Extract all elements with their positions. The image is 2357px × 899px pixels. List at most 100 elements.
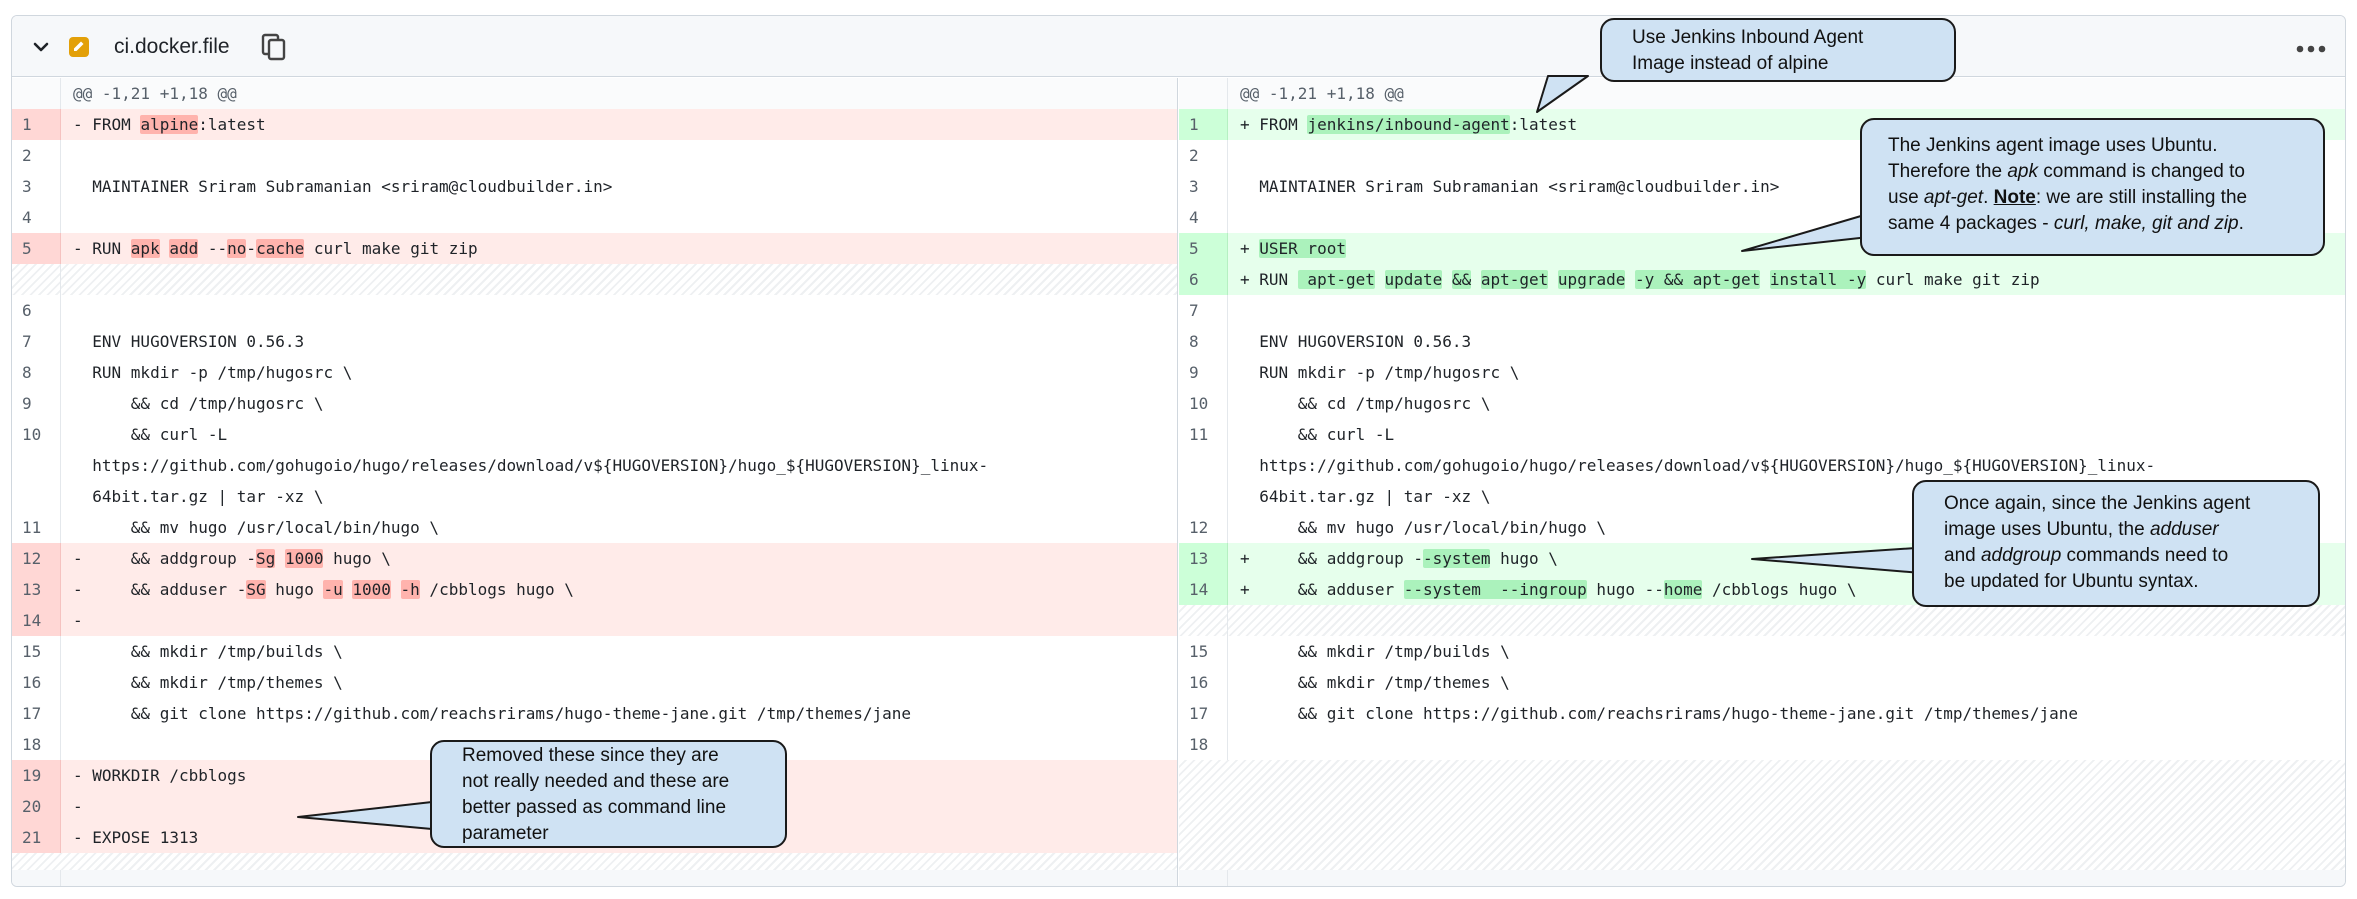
line-number[interactable]: 5 [12, 233, 61, 264]
copy-icon[interactable] [261, 33, 287, 61]
code-line: RUN mkdir -p /tmp/hugosrc \ [61, 357, 1177, 388]
code-line: - && adduser -SG hugo -u 1000 -h /cbblog… [61, 574, 1177, 605]
code-token: && curl -L [92, 425, 228, 444]
hunk-header-row: @@ -1,21 +1,18 @@ [12, 78, 1177, 109]
line-number[interactable]: 1 [12, 109, 61, 140]
expand-more-lines-button[interactable]: ... [1179, 870, 1228, 886]
line-number[interactable]: 12 [12, 543, 61, 574]
code-token: && cd /tmp/hugosrc \ [92, 394, 324, 413]
line-number[interactable]: 7 [12, 326, 61, 357]
expand-row-body [1228, 870, 2345, 886]
callout-text: Therefore the apk command is changed to [1888, 159, 2323, 185]
code-token: ENV HUGOVERSION 0.56.3 [1259, 332, 1472, 351]
empty-placeholder-row [12, 264, 1177, 295]
callout-text: be updated for Ubuntu syntax. [1944, 571, 2199, 592]
line-number[interactable]: 6 [1179, 264, 1228, 295]
callout-text: curl, make, git and zip [2053, 213, 2239, 234]
line-number[interactable]: 9 [12, 388, 61, 419]
line-number[interactable]: 2 [1179, 140, 1228, 171]
callout-text: . [2238, 213, 2244, 234]
line-number[interactable]: 19 [12, 760, 61, 791]
line-number[interactable]: 17 [1179, 698, 1228, 729]
diff-line: 7 [1179, 295, 2345, 326]
diff-marker [73, 518, 92, 537]
diff-marker: - [73, 580, 93, 599]
diff-marker [73, 704, 92, 723]
line-number[interactable] [1179, 605, 1228, 636]
code-token: 64bit.tar.gz | tar -xz \ [92, 487, 324, 506]
diff-marker [1240, 673, 1259, 692]
line-number[interactable]: 2 [12, 140, 61, 171]
line-number[interactable] [1179, 481, 1228, 512]
line-number[interactable]: 17 [12, 698, 61, 729]
code-token: && cd /tmp/hugosrc \ [1259, 394, 1491, 413]
line-number[interactable]: 1 [1179, 109, 1228, 140]
code-token: MAINTAINER Sriram Subramanian <sriram@cl… [92, 177, 613, 196]
line-number[interactable]: 15 [1179, 636, 1228, 667]
line-number[interactable]: 4 [12, 202, 61, 233]
line-number[interactable]: 14 [1179, 574, 1228, 605]
diff-marker [73, 487, 92, 506]
line-number[interactable]: 8 [1179, 326, 1228, 357]
line-number[interactable]: 18 [12, 729, 61, 760]
changed-token: home [1663, 580, 1703, 599]
diff-marker: + [1240, 549, 1260, 568]
line-number[interactable]: 14 [12, 605, 61, 636]
callout-text: same 4 packages - curl, make, git and zi… [1888, 211, 2323, 237]
line-number[interactable]: 15 [12, 636, 61, 667]
line-number[interactable]: 8 [12, 357, 61, 388]
diff-line: 16 && mkdir /tmp/themes \ [1179, 667, 2345, 698]
code-line: ENV HUGOVERSION 0.56.3 [1228, 326, 2345, 357]
chevron-down-icon[interactable] [32, 38, 50, 56]
diff-line: 15 && mkdir /tmp/builds \ [1179, 636, 2345, 667]
line-number[interactable]: 12 [1179, 512, 1228, 543]
line-number[interactable]: 4 [1179, 202, 1228, 233]
diff-line: 5- RUN apk add --no-cache curl make git … [12, 233, 1177, 264]
line-number[interactable]: 7 [1179, 295, 1228, 326]
more-options-icon[interactable] [2295, 44, 2327, 54]
code-line: && git clone https://github.com/reachsri… [1228, 698, 2345, 729]
line-number[interactable] [12, 264, 61, 295]
diff-marker [73, 332, 92, 351]
line-number[interactable]: 11 [1179, 419, 1228, 450]
code-line [61, 264, 1177, 295]
diff-line: 17 && git clone https://github.com/reach… [1179, 698, 2345, 729]
code-line: - && addgroup -Sg 1000 hugo \ [61, 543, 1177, 574]
line-number[interactable]: 3 [12, 171, 61, 202]
file-name[interactable]: ci.docker.file [114, 35, 230, 59]
empty-placeholder-area [12, 853, 1177, 870]
line-number[interactable]: 3 [1179, 171, 1228, 202]
line-number[interactable]: 9 [1179, 357, 1228, 388]
line-number[interactable]: 16 [1179, 667, 1228, 698]
line-number[interactable] [12, 481, 61, 512]
callout-text: apt-get [1923, 187, 1984, 208]
line-number[interactable] [1179, 450, 1228, 481]
line-number[interactable]: 13 [1179, 543, 1228, 574]
line-number[interactable]: 10 [12, 419, 61, 450]
changed-token: 1000 [352, 580, 391, 599]
file-modified-icon [69, 37, 89, 57]
code-token: https://github.com/gohugoio/hugo/release… [1259, 456, 2156, 475]
line-number[interactable]: 21 [12, 822, 61, 853]
diff-line: 14- [12, 605, 1177, 636]
line-number[interactable]: 20 [12, 791, 61, 822]
diff-line: 10 && cd /tmp/hugosrc \ [1179, 388, 2345, 419]
callout-text: use [1888, 187, 1924, 208]
line-number[interactable]: 5 [1179, 233, 1228, 264]
line-number[interactable]: 16 [12, 667, 61, 698]
diff-marker: - [73, 549, 93, 568]
line-number[interactable]: 13 [12, 574, 61, 605]
line-number[interactable] [12, 450, 61, 481]
line-number[interactable]: 10 [1179, 388, 1228, 419]
line-number[interactable]: 6 [12, 295, 61, 326]
code-line: ENV HUGOVERSION 0.56.3 [61, 326, 1177, 357]
line-number[interactable]: 18 [1179, 729, 1228, 760]
code-line: && mkdir /tmp/themes \ [1228, 667, 2345, 698]
expand-more-lines-button[interactable]: ... [12, 870, 61, 886]
line-number[interactable]: 11 [12, 512, 61, 543]
code-line: && mv hugo /usr/local/bin/hugo \ [61, 512, 1177, 543]
